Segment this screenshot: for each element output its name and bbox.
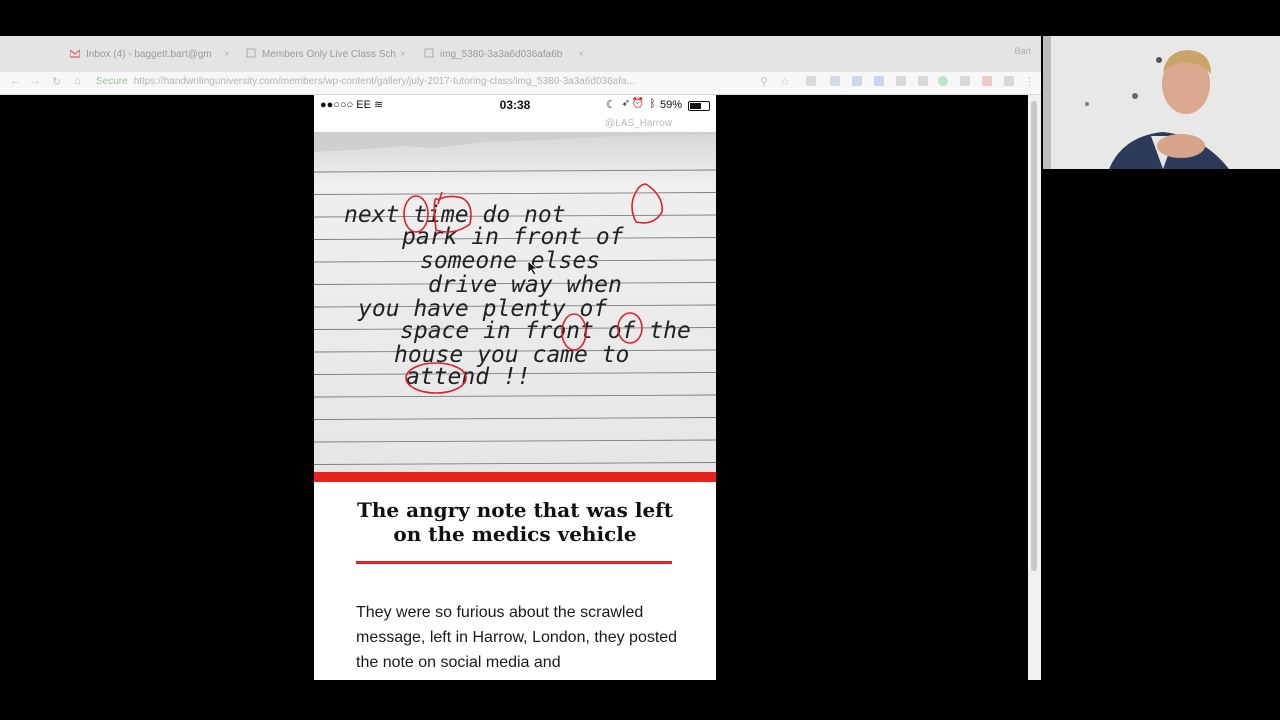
battery-icon — [688, 101, 710, 111]
reload-icon[interactable]: ↻ — [52, 75, 61, 88]
extension-icon[interactable] — [918, 76, 928, 86]
extension-icon[interactable] — [852, 76, 862, 86]
browser-window: Inbox (4) - baggett.bart@gm × Members On… — [0, 36, 1041, 680]
note-paper: next time do notpark in front ofsomeone … — [314, 132, 716, 472]
moon-icon: ☾ — [606, 99, 616, 111]
note-line: park in front of — [401, 224, 624, 250]
close-icon[interactable]: × — [224, 44, 230, 66]
close-icon[interactable]: × — [400, 44, 406, 66]
search-icon[interactable]: ⚲ — [760, 75, 768, 88]
headline-red-bar — [314, 472, 716, 482]
page-scrollbar[interactable] — [1028, 95, 1041, 680]
url-text: https://handwritinguniversity.com/member… — [133, 76, 635, 87]
twitter-handle: @LAS_Harrow — [605, 118, 672, 129]
extension-icon[interactable] — [830, 76, 840, 86]
extension-icon[interactable] — [938, 76, 948, 86]
presenter-figure — [1043, 36, 1280, 169]
url-field[interactable]: Secure https://handwritinguniversity.com/… — [96, 74, 746, 90]
webcam-video — [1043, 36, 1280, 169]
phone-screenshot: ●●○○○ EE ≋ 03:38 ☾ ➶ ⏰ ᛒ 59% @LAS_Harrow — [314, 95, 716, 680]
note-line: space in front of the — [400, 318, 691, 344]
secure-label: Secure — [96, 76, 128, 87]
page-icon — [246, 45, 256, 58]
note-line: attend !! — [406, 364, 531, 390]
extension-icon[interactable] — [960, 76, 970, 86]
extension-icon[interactable] — [982, 76, 992, 86]
headline-divider — [356, 561, 672, 564]
note-photo: next time do not park in front of someone … — [314, 132, 716, 472]
note-line: someone elses — [420, 248, 600, 274]
tab-label: img_5380-3a3a6d036afa6b — [440, 49, 563, 60]
tab-image[interactable]: img_5380-3a3a6d036afa6b × — [420, 44, 590, 66]
close-icon[interactable]: × — [578, 44, 584, 66]
article-headline: The angry note that was left on the medi… — [356, 498, 674, 546]
note-line: drive way when — [428, 272, 622, 298]
tab-strip: Inbox (4) - baggett.bart@gm × Members On… — [0, 36, 1041, 72]
page-viewport: ●●○○○ EE ≋ 03:38 ☾ ➶ ⏰ ᛒ 59% @LAS_Harrow — [0, 95, 1028, 680]
mouse-cursor-icon — [528, 261, 539, 275]
article-body: They were so furious about the scrawled … — [356, 604, 678, 671]
bookmark-star-icon[interactable]: ☆ — [780, 75, 790, 88]
page-icon — [424, 45, 434, 58]
tab-label: Members Only Live Class Sch — [262, 49, 396, 60]
menu-icon[interactable]: ⋮ — [1024, 75, 1035, 88]
extension-icon[interactable] — [896, 76, 906, 86]
back-icon[interactable]: ← — [10, 75, 21, 87]
scrollbar-thumb[interactable] — [1031, 101, 1037, 571]
profile-name[interactable]: Bart — [1014, 46, 1031, 56]
tab-label: Inbox (4) - baggett.bart@gm — [86, 49, 212, 60]
bluetooth-icon: ᛒ — [649, 98, 656, 110]
tab-members[interactable]: Members Only Live Class Sch × — [242, 44, 412, 66]
battery-percent: 59% — [659, 99, 682, 111]
phone-status-bar: ●●○○○ EE ≋ 03:38 ☾ ➶ ⏰ ᛒ 59% — [314, 95, 716, 115]
alarm-icon: ⏰ — [631, 98, 644, 109]
gmail-icon — [69, 45, 81, 58]
forward-icon[interactable]: → — [30, 75, 41, 87]
extension-icon[interactable] — [1004, 76, 1014, 86]
address-bar: ← → ↻ ⌂ Secure https://handwritingunivers… — [0, 72, 1041, 95]
location-icon: ➶ — [621, 98, 630, 109]
tab-inbox[interactable]: Inbox (4) - baggett.bart@gm × — [66, 44, 236, 66]
extension-icon[interactable] — [806, 76, 816, 86]
extension-icon[interactable] — [874, 76, 884, 86]
home-icon[interactable]: ⌂ — [74, 75, 81, 87]
